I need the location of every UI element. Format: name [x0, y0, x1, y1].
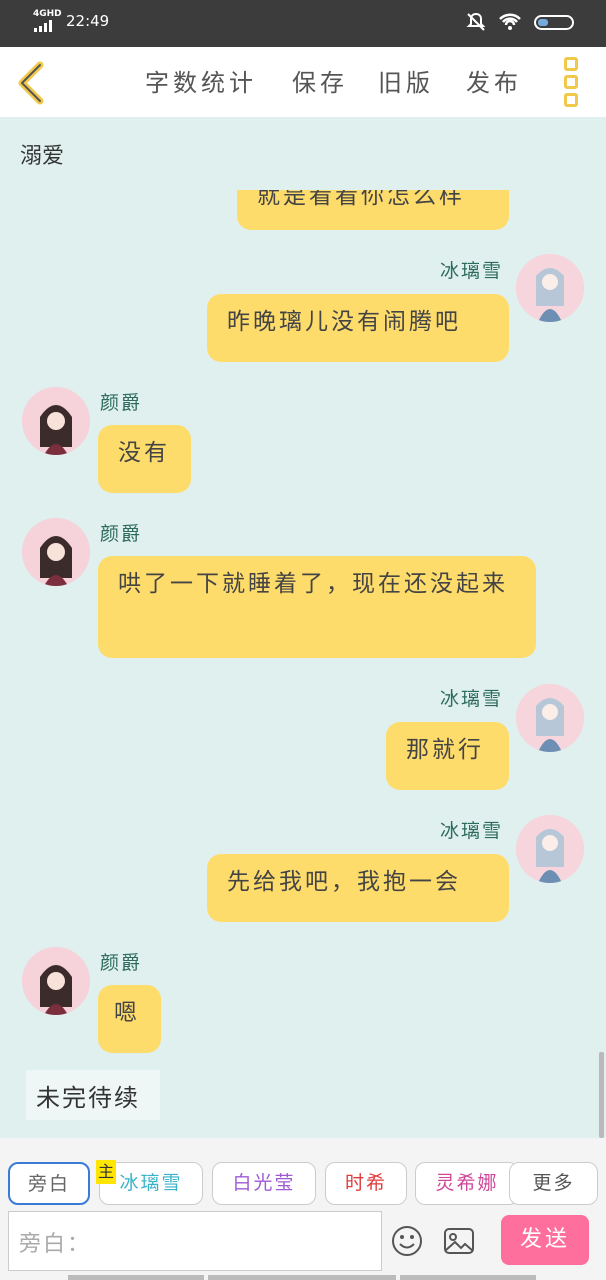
clock: 22:49 [66, 12, 110, 30]
network-type: 4GHD [33, 9, 62, 19]
avatar-binglixue[interactable] [516, 684, 584, 752]
word-count-button[interactable]: 字数统计 [145, 63, 257, 98]
wifi-icon [499, 13, 521, 30]
back-chevron-icon[interactable] [14, 61, 48, 105]
message-bubble[interactable]: 哄了一下就睡着了，现在还没起来 [98, 556, 536, 658]
publish-button[interactable]: 发布 [466, 63, 522, 98]
message-bubble[interactable]: 昨晚璃儿没有闹腾吧 [207, 294, 509, 362]
role-chip-label: 更多 [532, 1172, 575, 1194]
message-bubble[interactable]: 就是看看你怎么样 [237, 190, 509, 230]
send-button[interactable]: 发送 [501, 1215, 589, 1265]
scrollbar[interactable] [599, 1052, 604, 1138]
top-bar: 字数统计 保存 旧版 发布 [0, 47, 606, 117]
emoji-icon[interactable] [390, 1224, 424, 1258]
role-chip-shixi[interactable]: 时希 [325, 1162, 407, 1205]
avatar-binglixue[interactable] [516, 254, 584, 322]
speaker-name: 冰璃雪 [440, 260, 504, 282]
speaker-name: 颜爵 [100, 523, 143, 545]
speaker-name: 颜爵 [100, 392, 143, 414]
role-chip-lingxina[interactable]: 灵希娜 [415, 1162, 519, 1205]
to-be-continued-label: 未完待续 [26, 1070, 160, 1120]
nav-bar-segment [400, 1275, 536, 1280]
speaker-name: 颜爵 [100, 952, 143, 974]
page-title: 溺爱 [20, 144, 65, 169]
role-chip-label: 白光莹 [232, 1172, 296, 1194]
more-menu-icon[interactable] [564, 57, 584, 109]
role-chip-baiguangying[interactable]: 白光莹 [212, 1162, 316, 1205]
message-bubble[interactable]: 先给我吧，我抱一会 [207, 854, 509, 922]
image-icon[interactable] [442, 1224, 476, 1258]
signal-icon [34, 20, 52, 32]
message-bubble[interactable]: 没有 [98, 425, 191, 493]
message-input[interactable]: 旁白： [8, 1211, 382, 1271]
nav-bar-segment [208, 1275, 396, 1280]
old-version-button[interactable]: 旧版 [378, 63, 434, 98]
speaker-name: 冰璃雪 [440, 688, 504, 710]
speaker-name: 冰璃雪 [440, 820, 504, 842]
more-roles-button[interactable]: 更多 [509, 1162, 598, 1205]
role-chip-label: 时希 [344, 1172, 387, 1194]
avatar-yanjue[interactable] [22, 387, 90, 455]
chat-area[interactable]: 就是看看你怎么样 冰璃雪 昨晚璃儿没有闹腾吧 颜爵 没有 颜爵 哄了一下就睡着了… [0, 190, 606, 1135]
save-button[interactable]: 保存 [292, 63, 348, 98]
role-chip-label: 冰璃雪 [119, 1172, 183, 1194]
nav-bar-segment [68, 1275, 204, 1280]
avatar-binglixue[interactable] [516, 815, 584, 883]
avatar-yanjue[interactable] [22, 518, 90, 586]
message-bubble[interactable]: 嗯 [98, 985, 161, 1053]
role-chip-label: 旁白 [27, 1173, 70, 1195]
battery-icon [534, 14, 574, 30]
input-placeholder: 旁白： [19, 1232, 92, 1257]
message-bubble[interactable]: 那就行 [386, 722, 509, 790]
mute-bell-icon [466, 12, 486, 31]
role-chip-narration[interactable]: 旁白 [8, 1162, 90, 1205]
status-bar: 4GHD 22:49 [0, 0, 606, 47]
protagonist-badge: 主 [96, 1160, 116, 1184]
avatar-yanjue[interactable] [22, 947, 90, 1015]
role-chip-label: 灵希娜 [435, 1172, 499, 1194]
